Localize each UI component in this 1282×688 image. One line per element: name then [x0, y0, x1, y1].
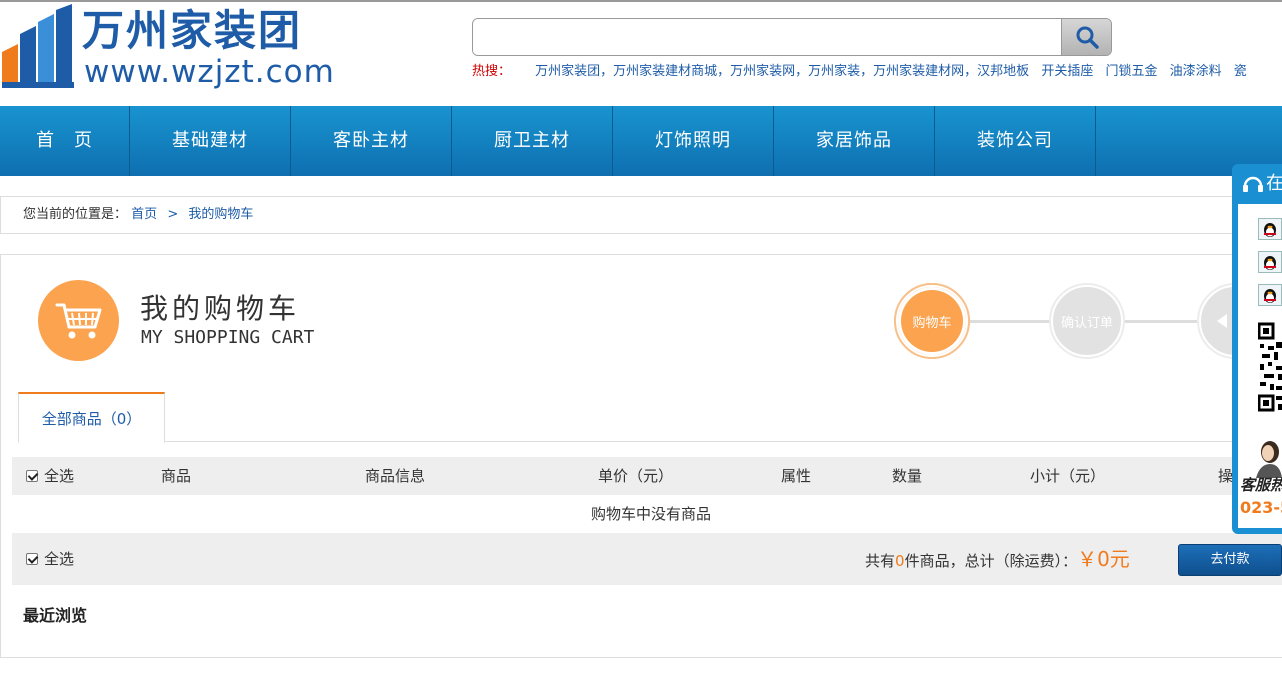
- footer-select-all-checkbox[interactable]: [26, 552, 38, 565]
- nav-item-lighting[interactable]: 灯饰照明: [613, 106, 774, 176]
- breadcrumb-home-link[interactable]: 首页: [131, 207, 157, 222]
- cart-subtitle: MY SHOPPING CART: [141, 327, 315, 348]
- breadcrumb-current[interactable]: 我的购物车: [188, 207, 253, 222]
- search-button[interactable]: [1061, 19, 1111, 55]
- service-label: 客服热: [1240, 476, 1282, 494]
- cart-badge: [38, 280, 119, 361]
- select-all-checkbox[interactable]: [26, 469, 38, 482]
- qq-contact-button[interactable]: [1258, 284, 1282, 306]
- qq-penguin-icon: [1264, 256, 1276, 270]
- footer-select-all[interactable]: 全选: [26, 533, 74, 585]
- header-select-all[interactable]: 全选: [26, 457, 74, 495]
- search-box: [472, 18, 1112, 56]
- nav-item-bedroom-materials[interactable]: 客卧主材: [291, 106, 452, 176]
- service-body: 客服热 023-5: [1238, 204, 1282, 528]
- arrow-icon: [1217, 314, 1227, 328]
- step-connector: [966, 320, 1054, 323]
- qr-code-icon: [1258, 322, 1282, 414]
- nav-item-building-materials[interactable]: 基础建材: [130, 106, 291, 176]
- hot-searches: 热搜： 万州家装团，万州家装建材商城，万州家装网，万州家装，万州家装建材网，汉邦…: [472, 62, 1282, 82]
- service-title: 在: [1266, 173, 1282, 194]
- column-quantity: 数量: [892, 467, 923, 485]
- select-all-label: 全选: [44, 467, 75, 485]
- logo-domain-text: www.wzjzt.com: [84, 54, 335, 90]
- hot-label: 热搜：: [472, 64, 512, 79]
- hot-link[interactable]: 瓷: [1234, 64, 1247, 79]
- recently-viewed-title: 最近浏览: [23, 606, 88, 625]
- breadcrumb-separator: >: [167, 207, 179, 222]
- search-icon: [1076, 26, 1099, 49]
- cart-summary: 共有0件商品，总计（除运费）：￥0元: [865, 533, 1130, 587]
- top-border: [0, 0, 1282, 2]
- step-cart: 购物车: [894, 283, 970, 359]
- step-confirm-order: 确认订单: [1049, 283, 1125, 359]
- qq-penguin-icon: [1264, 223, 1276, 237]
- nav-item-decoration-company[interactable]: 装饰公司: [935, 106, 1096, 176]
- search-input[interactable]: [473, 19, 1061, 55]
- column-product: 商品: [161, 467, 192, 485]
- qq-penguin-icon: [1264, 289, 1276, 303]
- pay-button[interactable]: 去付款: [1178, 544, 1282, 576]
- main-nav: 首 页 基础建材 客卧主材 厨卫主材 灯饰照明 家居饰品 装饰公司: [0, 106, 1282, 176]
- footer-select-all-label: 全选: [44, 550, 75, 568]
- online-service-panel: 在 客服热 023-5: [1232, 164, 1282, 534]
- step-connector: [1122, 320, 1202, 323]
- summary-middle: 件商品，总计（除运费）：: [904, 552, 1078, 570]
- qq-contact-button[interactable]: [1258, 218, 1282, 240]
- logo-chinese-text: 万州家装团: [82, 6, 303, 55]
- column-attributes: 属性: [781, 467, 812, 485]
- cart-footer: 全选 共有0件商品，总计（除运费）：￥0元 去付款: [12, 533, 1282, 585]
- nav-item-home-decor[interactable]: 家居饰品: [774, 106, 935, 176]
- hot-link[interactable]: 油漆涂料: [1170, 64, 1222, 79]
- summary-prefix: 共有: [865, 552, 896, 570]
- column-subtotal: 小计（元）: [1030, 467, 1106, 485]
- column-unit-price: 单价（元）: [598, 467, 674, 485]
- hot-link[interactable]: 开关插座: [1041, 64, 1093, 79]
- tab-all-products[interactable]: 全部商品（0）: [18, 392, 165, 443]
- column-operation: 操: [1218, 467, 1234, 485]
- nav-item-home[interactable]: 首 页: [0, 106, 130, 176]
- total-price: ￥0元: [1077, 547, 1130, 571]
- cart-empty-message: 购物车中没有商品: [590, 505, 711, 523]
- cart-table-header: 全选 商品 商品信息 单价（元） 属性 数量 小计（元） 操: [12, 457, 1282, 495]
- site-logo[interactable]: 万州家装团 www.wzjzt.com: [0, 4, 350, 94]
- hot-link[interactable]: 门锁五金: [1105, 64, 1157, 79]
- cart-tabs: 全部商品（0）: [18, 392, 1282, 443]
- service-phone: 023-5: [1240, 498, 1282, 517]
- qq-contact-button[interactable]: [1258, 251, 1282, 273]
- hot-link[interactable]: 万州家装团，万州家装建材商城，万州家装网，万州家装，万州家装建材网，汉邦地板: [535, 64, 1029, 79]
- headset-icon: [1243, 176, 1263, 192]
- column-product-info: 商品信息: [365, 467, 426, 485]
- item-count: 0: [895, 552, 905, 570]
- logo-bars-icon: [2, 4, 74, 88]
- support-agent-icon: [1256, 441, 1282, 478]
- shopping-cart-icon: [55, 303, 101, 338]
- cart-title: 我的购物车: [140, 292, 301, 325]
- service-header[interactable]: 在: [1232, 164, 1282, 204]
- breadcrumb: 您当前的位置是： 首页 > 我的购物车: [0, 196, 1282, 234]
- nav-item-kitchen-bath[interactable]: 厨卫主材: [452, 106, 613, 176]
- breadcrumb-prefix: 您当前的位置是：: [23, 207, 128, 222]
